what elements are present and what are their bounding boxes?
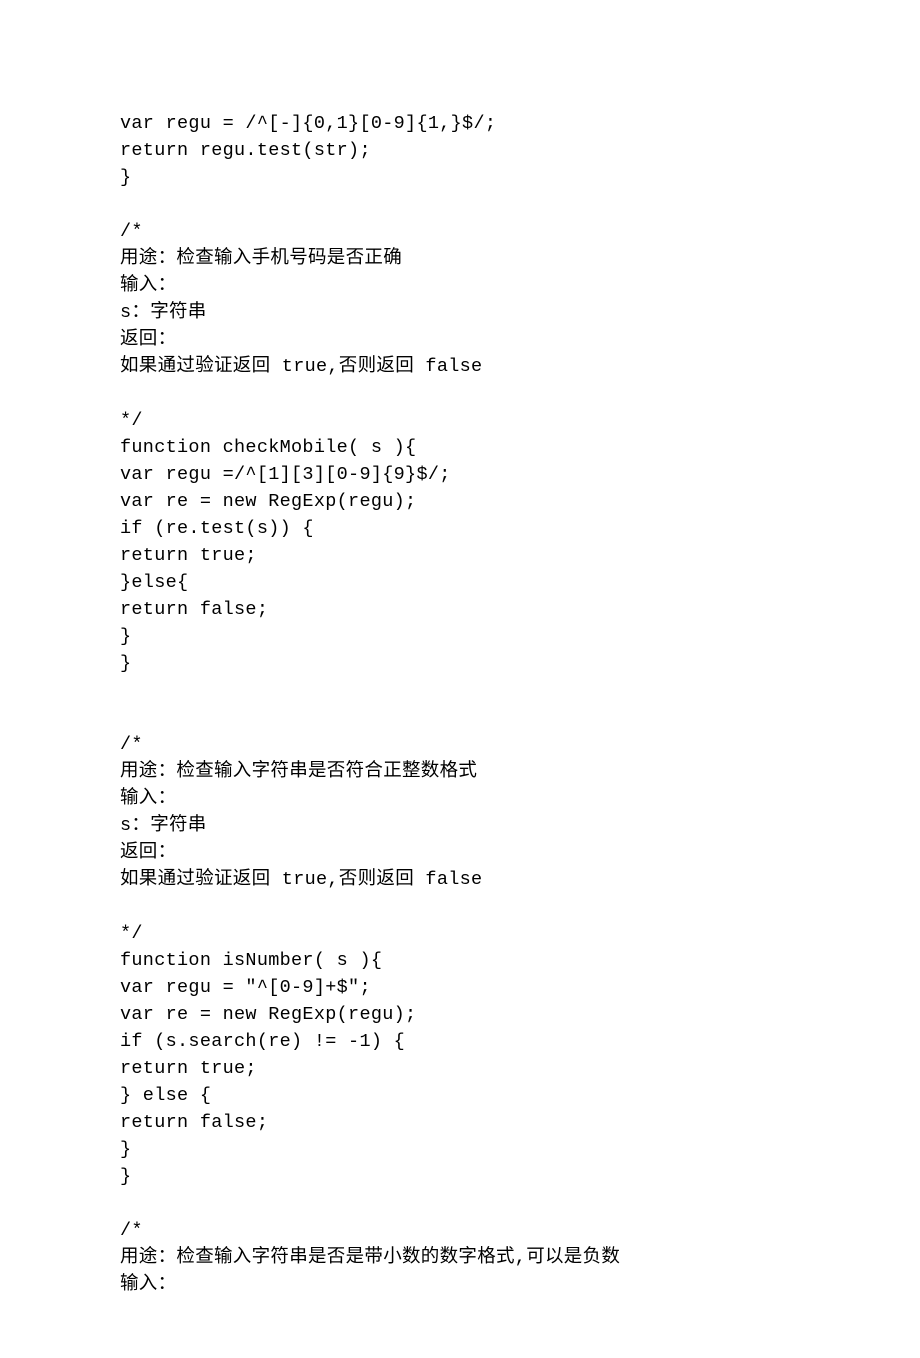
code-line: }: [120, 623, 800, 650]
code-line: }: [120, 164, 800, 191]
blank-line: [120, 677, 800, 704]
code-line: /*: [120, 1217, 800, 1244]
blank-line: [120, 191, 800, 218]
code-line: return true;: [120, 1055, 800, 1082]
code-line: 如果通过验证返回 true,否则返回 false: [120, 866, 800, 893]
code-block: var regu = /^[-]{0,1}[0-9]{1,}$/;return …: [120, 110, 800, 1298]
code-line: var re = new RegExp(regu);: [120, 488, 800, 515]
code-line: } else {: [120, 1082, 800, 1109]
code-line: if (s.search(re) != -1) {: [120, 1028, 800, 1055]
code-line: var regu = "^[0-9]+$";: [120, 974, 800, 1001]
code-line: 返回：: [120, 326, 800, 353]
code-line: }else{: [120, 569, 800, 596]
code-line: 用途：检查输入字符串是否是带小数的数字格式,可以是负数: [120, 1244, 800, 1271]
code-line: return false;: [120, 596, 800, 623]
code-line: /*: [120, 731, 800, 758]
code-line: /*: [120, 218, 800, 245]
code-line: s：字符串: [120, 299, 800, 326]
code-line: 输入：: [120, 272, 800, 299]
code-line: return regu.test(str);: [120, 137, 800, 164]
code-line: }: [120, 1163, 800, 1190]
blank-line: [120, 704, 800, 731]
code-line: if (re.test(s)) {: [120, 515, 800, 542]
code-line: */: [120, 407, 800, 434]
code-line: 返回：: [120, 839, 800, 866]
code-line: 输入：: [120, 1271, 800, 1298]
code-line: }: [120, 1136, 800, 1163]
code-line: var re = new RegExp(regu);: [120, 1001, 800, 1028]
code-line: var regu = /^[-]{0,1}[0-9]{1,}$/;: [120, 110, 800, 137]
code-line: */: [120, 920, 800, 947]
code-line: return false;: [120, 1109, 800, 1136]
code-line: var regu =/^[1][3][0-9]{9}$/;: [120, 461, 800, 488]
blank-line: [120, 380, 800, 407]
document-page: var regu = /^[-]{0,1}[0-9]{1,}$/;return …: [0, 0, 920, 1358]
blank-line: [120, 893, 800, 920]
code-line: 如果通过验证返回 true,否则返回 false: [120, 353, 800, 380]
code-line: 用途：检查输入字符串是否符合正整数格式: [120, 758, 800, 785]
code-line: function checkMobile( s ){: [120, 434, 800, 461]
code-line: function isNumber( s ){: [120, 947, 800, 974]
code-line: 用途：检查输入手机号码是否正确: [120, 245, 800, 272]
code-line: }: [120, 650, 800, 677]
code-line: 输入：: [120, 785, 800, 812]
code-line: s：字符串: [120, 812, 800, 839]
blank-line: [120, 1190, 800, 1217]
code-line: return true;: [120, 542, 800, 569]
